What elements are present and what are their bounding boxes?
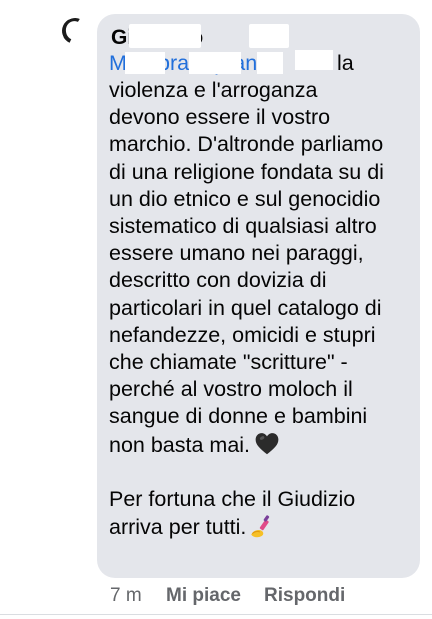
comment-first-line: Ma Abra Sipran la <box>109 50 408 77</box>
comment-line: essere umano nei paraggi, <box>109 241 364 266</box>
comment-line: descritto con dovizia di <box>109 268 327 293</box>
black-heart-icon <box>255 432 279 454</box>
mention-redaction-4 <box>295 50 333 70</box>
mention-redaction-2 <box>189 52 241 74</box>
reply-button[interactable]: Rispondi <box>264 585 345 607</box>
comment-line: perché al vostro moloch il <box>109 377 353 402</box>
first-line-rest: la <box>337 51 354 75</box>
comment-author[interactable]: Giuli Edo <box>109 24 408 50</box>
comment-thread: Giuli Edo Ma Abra Sipran la violenza e l… <box>0 0 432 619</box>
like-button[interactable]: Mi piace <box>166 585 241 607</box>
comment-line: sangue di donne e bambini <box>109 404 368 429</box>
comment-line: nefandezze, omicidi e stupri <box>109 322 376 347</box>
divider <box>0 614 432 615</box>
avatar[interactable] <box>58 14 94 50</box>
avatar-partial-icon <box>58 14 92 48</box>
comment-line-text: non basta mai. <box>109 432 251 457</box>
comment-text: Ma Abra Sipran la violenza e l'arroganza… <box>109 50 408 541</box>
comment-line: devono essere il vostro <box>109 105 331 130</box>
mention-redaction <box>125 52 165 74</box>
comment-line: che chiamate "scritture" - <box>109 350 348 375</box>
comment-line-last: arriva per tutti. <box>109 513 408 541</box>
comment-line-text: arriva per tutti. <box>109 515 247 540</box>
comment-line: di una religione fondata su di <box>109 159 384 184</box>
comment-line: un dio etnico e sul genocidio <box>109 186 381 211</box>
comment-line-last: non basta mai. <box>109 431 408 459</box>
comment-line: Per fortuna che il Giudizio <box>109 486 356 511</box>
comment-line: violenza e l'arroganza <box>109 78 318 102</box>
comment-line: marchio. D'altronde parliamo <box>109 132 384 157</box>
author-redaction <box>129 24 201 48</box>
comment-timestamp[interactable]: 7 m <box>110 585 142 607</box>
comment-line: particolari in quel catalogo di <box>109 295 382 320</box>
mention-redaction-3 <box>257 52 283 74</box>
comment-bubble: Giuli Edo Ma Abra Sipran la violenza e l… <box>97 14 420 578</box>
comment-line: sistematico di qualsiasi altro <box>109 214 377 239</box>
nail-polish-icon <box>251 515 270 538</box>
author-redaction-2 <box>249 24 289 48</box>
